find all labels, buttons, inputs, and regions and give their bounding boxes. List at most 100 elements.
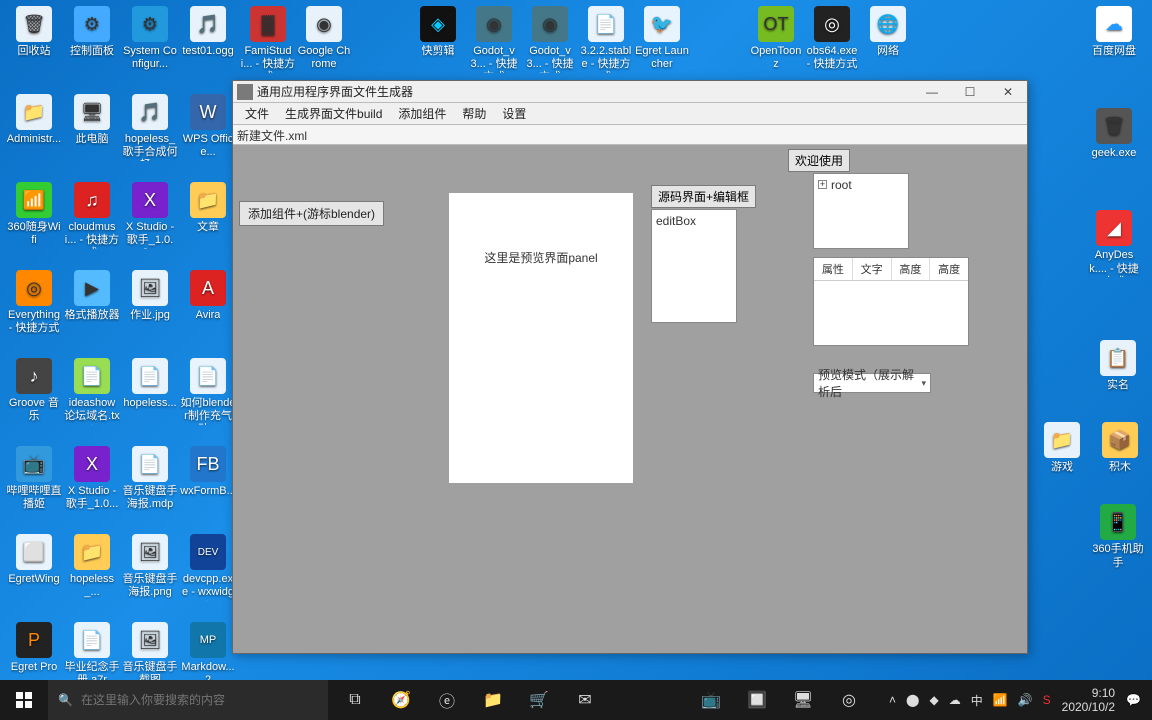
preview-panel[interactable]: 这里是预览界面panel bbox=[449, 193, 633, 483]
desktop-icon[interactable]: 🗑回收站 bbox=[6, 6, 62, 94]
desktop-icon[interactable]: ◈快剪辑 bbox=[410, 6, 466, 73]
close-button[interactable]: ✕ bbox=[989, 81, 1027, 103]
desktop-icon[interactable]: ◎obs64.exe - 快捷方式 bbox=[804, 6, 860, 73]
desktop-icon[interactable]: 🖼作业.jpg bbox=[122, 270, 178, 358]
tray-icon[interactable]: ◆ bbox=[924, 693, 943, 707]
desktop-icon[interactable]: 📄如何blender制作充气动... bbox=[180, 358, 236, 446]
chevron-down-icon: ▾ bbox=[921, 378, 926, 389]
folder-icon: 📋 bbox=[1100, 340, 1136, 376]
desktop-icon[interactable]: 🌐网络 bbox=[860, 6, 916, 73]
desktop-icon[interactable]: ⬜EgretWing bbox=[6, 534, 62, 622]
desktop-icon[interactable]: ◉Google Chrome bbox=[296, 6, 352, 73]
taskbar-app[interactable]: 📺 bbox=[688, 680, 734, 720]
task-view-button[interactable]: ⧉ bbox=[332, 680, 378, 720]
desktop-icon[interactable]: 📦积木 bbox=[1092, 422, 1148, 474]
menu-build[interactable]: 生成界面文件build bbox=[277, 103, 390, 124]
tray-icon[interactable]: ☁ bbox=[944, 693, 966, 707]
desktop-icon[interactable]: 📄hopeless... bbox=[122, 358, 178, 446]
app-icon: FB bbox=[190, 446, 226, 482]
desktop-icon[interactable]: 🐦Egret Launcher bbox=[634, 6, 690, 73]
desktop-icon[interactable]: 📁hopeless_... bbox=[64, 534, 120, 622]
tab-height2[interactable]: 高度 bbox=[930, 258, 968, 280]
desktop-icon[interactable]: 📋实名 bbox=[1090, 340, 1146, 392]
desktop-icon[interactable]: ◉Godot_v3... - 快捷方式 bbox=[522, 6, 578, 73]
tray-icon[interactable]: ⬤ bbox=[901, 693, 924, 707]
desktop-icon[interactable]: 🎵test01.ogg bbox=[180, 6, 236, 94]
menu-add-component[interactable]: 添加组件 bbox=[390, 103, 454, 124]
tab-text[interactable]: 文字 bbox=[853, 258, 892, 280]
tray-chevron-icon[interactable]: ˄ bbox=[884, 693, 901, 707]
desktop-icon[interactable]: DEVdevcpp.exe - wxwidget... bbox=[180, 534, 236, 622]
desktop-icon[interactable]: ◉Godot_v3... - 快捷方式 bbox=[466, 6, 522, 73]
desktop-icons-left: 🗑回收站 📁Administr... 📶360随身Wifi ◎Everythin… bbox=[0, 0, 244, 716]
desktop-icon[interactable]: ⚙控制面板 bbox=[64, 6, 120, 94]
desktop-icon[interactable]: ▶格式播放器 bbox=[64, 270, 120, 358]
add-component-button[interactable]: 添加组件+(游标blender) bbox=[239, 201, 384, 226]
desktop-icon[interactable]: 📁文章 bbox=[180, 182, 236, 270]
desktop-icon[interactable]: 📁游戏 bbox=[1034, 422, 1090, 474]
app-icon: ◎ bbox=[16, 270, 52, 306]
notification-center-button[interactable]: 💬 bbox=[1121, 693, 1146, 707]
tree-expand-icon[interactable]: + bbox=[818, 180, 827, 189]
title-bar[interactable]: 通用应用程序界面文件生成器 — ☐ ✕ bbox=[233, 81, 1027, 103]
preview-mode-select[interactable]: 预览模式（展示解析后 ▾ bbox=[813, 373, 931, 393]
desktop-icon[interactable]: ◢AnyDesk.... - 快捷方式 bbox=[1086, 210, 1142, 277]
edit-box[interactable]: editBox bbox=[651, 209, 737, 323]
menu-file[interactable]: 文件 bbox=[237, 103, 277, 124]
search-input[interactable] bbox=[81, 693, 318, 707]
start-button[interactable] bbox=[0, 680, 48, 720]
desktop-icon[interactable]: 📄ideashow论坛域名.txt bbox=[64, 358, 120, 446]
desktop-icon[interactable]: OTOpenToonz bbox=[748, 6, 804, 73]
taskbar-app[interactable]: 📁 bbox=[470, 680, 516, 720]
taskbar-running: 📺 🔲 🖥 ◎ bbox=[688, 680, 872, 720]
tab-property[interactable]: 属性 bbox=[814, 258, 853, 280]
system-tray: ˄ ⬤ ◆ ☁ 中 📶 🔊 S 9:10 2020/10/2 💬 bbox=[884, 680, 1152, 720]
maximize-button[interactable]: ☐ bbox=[951, 81, 989, 103]
desktop-icon[interactable]: 🖼音乐键盘手海报.png bbox=[122, 534, 178, 622]
desktop-icon[interactable]: WWPS Office... bbox=[180, 94, 236, 182]
desktop-icon[interactable]: XX Studio - 歌手_1.0.2... bbox=[122, 182, 178, 270]
menu-help[interactable]: 帮助 bbox=[454, 103, 494, 124]
desktop-icon[interactable]: ☁百度网盘 bbox=[1086, 6, 1142, 58]
tray-volume-icon[interactable]: 🔊 bbox=[1013, 693, 1038, 707]
taskbar-app[interactable]: 🛒 bbox=[516, 680, 562, 720]
audio-icon: 🎵 bbox=[190, 6, 226, 42]
menu-settings[interactable]: 设置 bbox=[494, 103, 534, 124]
desktop-icon[interactable]: ⚙System Configur... bbox=[122, 6, 178, 94]
tray-network-icon[interactable]: 📶 bbox=[988, 693, 1013, 707]
taskbar-app[interactable]: ◎ bbox=[826, 680, 872, 720]
desktop-icon[interactable]: XX Studio - 歌手_1.0... bbox=[64, 446, 120, 534]
desktop-icon[interactable]: ♪Groove 音乐 bbox=[6, 358, 62, 446]
desktop-icon[interactable]: ♫cloudmusi... - 快捷方式 bbox=[64, 182, 120, 270]
search-box[interactable]: 🔍 bbox=[48, 680, 328, 720]
desktop-icon[interactable]: ▓FamiStudi... - 快捷方式 bbox=[240, 6, 296, 73]
desktop-icon[interactable]: 📶360随身Wifi bbox=[6, 182, 62, 270]
desktop-icon[interactable]: 📺哔哩哔哩直播姬 bbox=[6, 446, 62, 534]
desktop-icon[interactable]: AAvira bbox=[180, 270, 236, 358]
tab-height[interactable]: 高度 bbox=[892, 258, 931, 280]
desktop-icon[interactable]: 📄3.2.2.stable - 快捷方式 bbox=[578, 6, 634, 73]
taskbar-app[interactable]: 🔲 bbox=[734, 680, 780, 720]
tray-ime-icon[interactable]: 中 bbox=[966, 692, 988, 709]
taskbar-clock[interactable]: 9:10 2020/10/2 bbox=[1056, 686, 1121, 715]
property-body bbox=[814, 281, 968, 345]
desktop-icon[interactable]: 🎵hopeless_歌手合成何畅... bbox=[122, 94, 178, 182]
desktop-icon[interactable]: 📁Administr... bbox=[6, 94, 62, 182]
app-icon: P bbox=[16, 622, 52, 658]
preview-mode-value: 预览模式（展示解析后 bbox=[818, 366, 921, 400]
tree-view[interactable]: + root bbox=[813, 173, 909, 249]
taskbar-app[interactable]: ⓔ bbox=[424, 680, 470, 720]
desktop-icon[interactable]: 📄音乐键盘手海报.mdp bbox=[122, 446, 178, 534]
desktop-icon[interactable]: 🖥此电脑 bbox=[64, 94, 120, 182]
desktop-icon[interactable]: FBwxFormB... bbox=[180, 446, 236, 534]
desktop-icon[interactable]: ◎Everything - 快捷方式 bbox=[6, 270, 62, 358]
desktop-icon[interactable]: 📱360手机助手 bbox=[1090, 504, 1146, 569]
desktop-icon[interactable]: 🗑geek.exe bbox=[1086, 108, 1142, 160]
tray-icon[interactable]: S bbox=[1038, 693, 1056, 707]
taskbar-app[interactable]: 🖥 bbox=[780, 680, 826, 720]
taskbar-app[interactable]: ✉ bbox=[562, 680, 608, 720]
minimize-button[interactable]: — bbox=[913, 81, 951, 103]
taskbar-pinned: ⧉ 🧭 ⓔ 📁 🛒 ✉ bbox=[332, 680, 608, 720]
file-icon: 📄 bbox=[132, 358, 168, 394]
taskbar-app[interactable]: 🧭 bbox=[378, 680, 424, 720]
